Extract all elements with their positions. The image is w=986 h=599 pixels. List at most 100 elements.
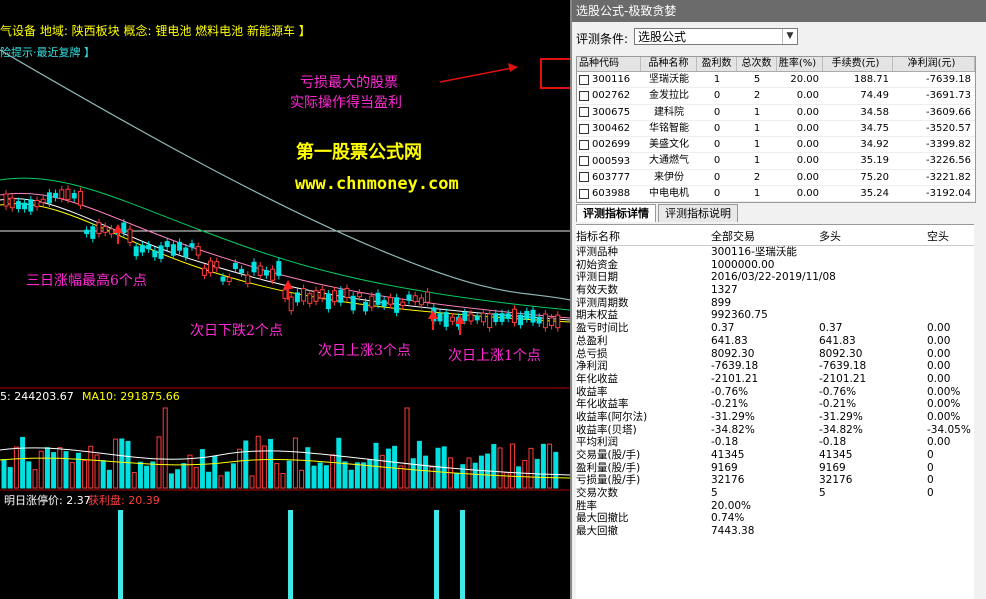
row-checkbox[interactable] xyxy=(579,107,589,118)
stock-code: 002762 xyxy=(592,90,631,102)
table-row[interactable]: 002699 美盛文化 0 1 0.00 34.92 -3399.82 xyxy=(577,137,975,154)
table-row[interactable]: 300116 坚瑞沃能 1 5 20.00 188.71 -7639.18 xyxy=(577,72,975,89)
cell-name: 中电电机 xyxy=(649,188,689,200)
detail-short-value: 0 xyxy=(927,487,934,500)
detail-short-value: 0.00% xyxy=(927,385,961,398)
col-header-total[interactable]: 总次数 xyxy=(737,57,777,71)
candle-body xyxy=(102,226,108,233)
candle-body xyxy=(350,295,356,311)
details-header-short: 空头 xyxy=(927,230,949,243)
col-header-winrate[interactable]: 胜率(%) xyxy=(777,57,823,71)
col-header-wins[interactable]: 盈利数 xyxy=(697,57,737,71)
cell-winrate: 20.00 xyxy=(790,74,819,85)
cell-wins: 0 xyxy=(713,155,721,167)
volume-bar xyxy=(311,465,317,489)
col-header-netprofit[interactable]: 净利润(元) xyxy=(893,57,975,71)
candle-body xyxy=(356,292,362,298)
volume-bar xyxy=(230,463,236,489)
volume-bar xyxy=(137,461,143,489)
tab-metric-explanation[interactable]: 评测指标说明 xyxy=(658,204,738,222)
cell-winrate: 0.00 xyxy=(796,90,819,102)
detail-metric-name: 有效天数 xyxy=(576,284,618,297)
kline-chart[interactable] xyxy=(0,0,570,599)
row-checkbox[interactable] xyxy=(579,139,589,150)
watermark-url: www.chnmoney.com xyxy=(295,174,459,194)
detail-all-value: 1000000.00 xyxy=(711,258,775,271)
detail-row: 胜率 20.00% xyxy=(576,500,974,513)
candle-body xyxy=(555,314,561,329)
detail-all-value: 2016/03/22-2019/11/08 xyxy=(711,271,836,284)
condition-select[interactable]: 选股公式 ▼ xyxy=(634,28,798,45)
detail-short-value: 0.00% xyxy=(927,398,961,411)
chevron-down-icon[interactable]: ▼ xyxy=(782,29,797,44)
detail-long-value: 9169 xyxy=(819,461,846,474)
row-checkbox[interactable] xyxy=(579,188,589,199)
volume-bar xyxy=(367,458,373,489)
detail-long-value: -0.18 xyxy=(819,436,847,449)
candle-body xyxy=(443,312,449,327)
candle-body xyxy=(65,188,71,200)
volume-bar xyxy=(342,461,348,489)
volume-bar xyxy=(404,407,410,489)
candle-body xyxy=(530,309,536,323)
tab-metric-details[interactable]: 评测指标详情 xyxy=(576,204,656,222)
screener-window[interactable]: 选股公式-极致贪婪 评测条件: 选股公式 ▼ 品种代码 品种名称 盈利数 总次数… xyxy=(570,0,986,599)
candle-body xyxy=(406,294,412,301)
results-table[interactable]: 品种代码 品种名称 盈利数 总次数 胜率(%) 手续费(元) 净利润(元) 30… xyxy=(576,56,976,204)
row-checkbox[interactable] xyxy=(579,74,589,85)
cell-winrate: 0.00 xyxy=(796,155,819,167)
candle-body xyxy=(3,193,9,207)
detail-short-value: 0 xyxy=(927,474,934,487)
stock-chart-panel[interactable]: 气设备 地域: 陕西板块 概念: 锂电池 燃料电池 新能源车 】 险提示·最近复… xyxy=(0,0,570,599)
table-row[interactable]: 000593 大通燃气 0 1 0.00 35.19 -3226.56 xyxy=(577,153,975,170)
table-row[interactable]: 300675 建科院 0 1 0.00 34.58 -3609.66 xyxy=(577,105,975,121)
detail-tabs: 评测指标详情 评测指标说明 xyxy=(576,204,740,222)
cell-code: 603777 xyxy=(577,170,641,185)
candle-body xyxy=(177,241,183,251)
cell-code: 002699 xyxy=(577,137,641,152)
candle-body xyxy=(313,290,319,302)
col-header-name[interactable]: 品种名称 xyxy=(641,57,697,71)
cell-winrate: 0.00 xyxy=(796,188,819,200)
detail-metric-name: 评测周期数 xyxy=(576,296,629,309)
row-checkbox[interactable] xyxy=(579,123,589,134)
detail-short-value: 0.00% xyxy=(927,410,961,423)
table-row[interactable]: 300462 华铭智能 0 1 0.00 34.75 -3520.57 xyxy=(577,121,975,138)
metric-details-panel[interactable]: 指标名称 全部交易 多头 空头 评测品种 300116-坚瑞沃能 初始资金 10000… xyxy=(576,224,974,599)
detail-long-value: -34.82% xyxy=(819,423,863,436)
detail-row: 净利润 -7639.18 -7639.18 0.00 xyxy=(576,360,974,373)
volume-bar xyxy=(547,443,553,489)
cell-netprofit: -7639.18 xyxy=(926,74,971,85)
table-row[interactable]: 002762 金发拉比 0 2 0.00 74.49 -3691.73 xyxy=(577,88,975,105)
detail-row: 交易次数 5 5 0 xyxy=(576,487,974,500)
volume-bar xyxy=(38,450,44,489)
volume-bar xyxy=(286,460,292,489)
candle-body xyxy=(121,222,127,234)
detail-all-value: -0.21% xyxy=(711,398,749,411)
detail-all-value: 992360.75 xyxy=(711,309,768,322)
row-checkbox[interactable] xyxy=(579,172,589,183)
detail-row: 总盈利 641.83 641.83 0.00 xyxy=(576,335,974,348)
candle-body xyxy=(549,317,555,327)
candle-body xyxy=(332,290,338,303)
detail-all-value: -34.82% xyxy=(711,423,755,436)
col-header-code[interactable]: 品种代码 xyxy=(577,57,641,71)
candle-body xyxy=(524,310,530,320)
detail-row: 最大回撤 7443.38 xyxy=(576,525,974,538)
row-checkbox[interactable] xyxy=(579,90,589,101)
detail-row: 亏损量(股/手) 32176 32176 0 xyxy=(576,474,974,487)
cell-netprofit: -3192.04 xyxy=(926,188,971,200)
table-row[interactable]: 603988 中电电机 0 1 0.00 35.24 -3192.04 xyxy=(577,186,975,203)
volume-bar xyxy=(32,469,38,489)
col-header-fee[interactable]: 手续费(元) xyxy=(823,57,893,71)
table-row[interactable]: 603777 来伊份 0 2 0.00 75.20 -3221.82 xyxy=(577,170,975,187)
cell-netprofit: -3609.66 xyxy=(926,106,971,118)
cell-winrate: 0.00 xyxy=(796,139,819,151)
volume-bar xyxy=(274,463,280,489)
row-checkbox[interactable] xyxy=(579,156,589,167)
volume-bar xyxy=(423,455,429,489)
volume-bar xyxy=(292,437,298,489)
candle-body xyxy=(239,268,245,274)
detail-metric-name: 盈利量(股/手) xyxy=(576,461,641,474)
cell-fee: 34.75 xyxy=(860,122,889,134)
